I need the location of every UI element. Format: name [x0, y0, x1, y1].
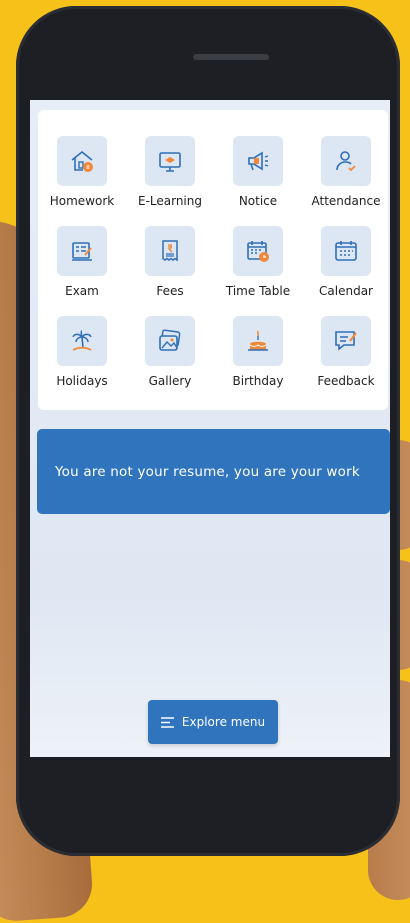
calendar-icon — [321, 226, 371, 276]
menu-item-attendance[interactable]: Attendance — [302, 136, 390, 216]
feedback-icon — [321, 316, 371, 366]
megaphone-icon — [233, 136, 283, 186]
menu-item-label: Fees — [156, 284, 184, 298]
phone-speaker — [193, 54, 269, 60]
menu-item-label: Homework — [49, 194, 115, 208]
menu-item-holidays[interactable]: Holidays — [38, 316, 126, 396]
explore-menu-label: Explore menu — [181, 715, 266, 729]
menu-item-fees[interactable]: Fees — [126, 226, 214, 306]
menu-grid: Homework E-Learning Notice Attendance Ex… — [38, 136, 388, 396]
menu-item-birthday[interactable]: Birthday — [214, 316, 302, 396]
menu-item-calendar[interactable]: Calendar — [302, 226, 390, 306]
house-icon — [57, 136, 107, 186]
menu-item-label: Time Table — [225, 284, 291, 298]
menu-grid-card: Homework E-Learning Notice Attendance Ex… — [38, 110, 388, 410]
menu-item-label: Feedback — [317, 374, 375, 388]
gallery-icon — [145, 316, 195, 366]
menu-item-label: Notice — [238, 194, 278, 208]
menu-lines-icon — [160, 716, 174, 728]
quote-banner: You are not your resume, you are your wo… — [37, 429, 390, 514]
menu-item-notice[interactable]: Notice — [214, 136, 302, 216]
menu-item-homework[interactable]: Homework — [38, 136, 126, 216]
menu-item-label: E-Learning — [137, 194, 202, 208]
monitor-teacher-icon — [145, 136, 195, 186]
calendar-clock-icon — [233, 226, 283, 276]
menu-item-label: Gallery — [148, 374, 192, 388]
palm-tree-icon — [57, 316, 107, 366]
menu-item-feedback[interactable]: Feedback — [302, 316, 390, 396]
receipt-icon — [145, 226, 195, 276]
exam-paper-icon — [57, 226, 107, 276]
menu-item-label: Holidays — [56, 374, 108, 388]
menu-item-label: Calendar — [319, 284, 373, 298]
menu-item-label: Birthday — [232, 374, 284, 388]
menu-item-exam[interactable]: Exam — [38, 226, 126, 306]
cake-icon — [233, 316, 283, 366]
explore-menu-button[interactable]: Explore menu — [148, 700, 278, 744]
menu-item-time-table[interactable]: Time Table — [214, 226, 302, 306]
menu-item-gallery[interactable]: Gallery — [126, 316, 214, 396]
user-check-icon — [321, 136, 371, 186]
menu-item-label: Attendance — [311, 194, 381, 208]
app-screen: Homework E-Learning Notice Attendance Ex… — [30, 100, 390, 757]
quote-text: You are not your resume, you are your wo… — [55, 463, 360, 480]
menu-item-e-learning[interactable]: E-Learning — [126, 136, 214, 216]
menu-item-label: Exam — [65, 284, 99, 298]
